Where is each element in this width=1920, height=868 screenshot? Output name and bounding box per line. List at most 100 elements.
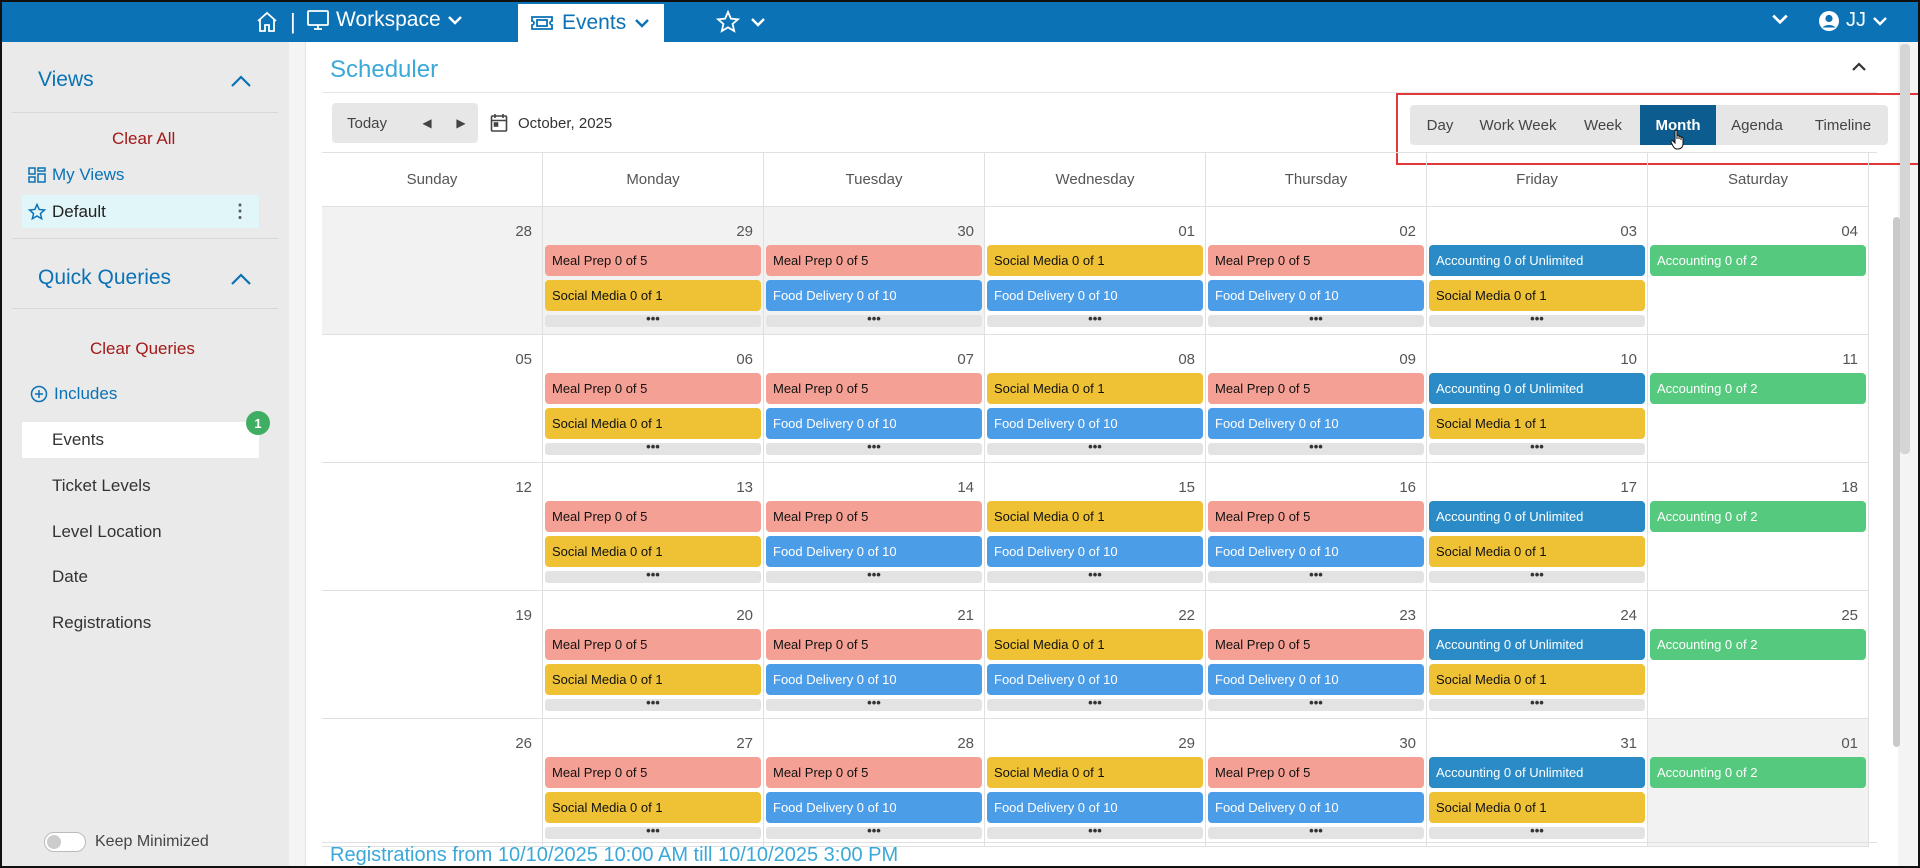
event-appointment[interactable]: Accounting 0 of 2 bbox=[1650, 501, 1866, 532]
more-events-button[interactable]: ••• bbox=[1208, 312, 1424, 327]
day-cell[interactable]: 30 Meal Prep 0 of 5 Food Delivery 0 of 10 •… bbox=[764, 207, 985, 335]
day-cell[interactable]: 26 bbox=[322, 719, 543, 847]
more-events-button[interactable]: ••• bbox=[545, 696, 761, 711]
more-events-button[interactable]: ••• bbox=[766, 440, 982, 455]
day-cell[interactable]: 01 Social Media 0 of 1 Food Delivery 0 of … bbox=[985, 207, 1206, 335]
event-appointment[interactable]: Accounting 0 of 2 bbox=[1650, 245, 1866, 276]
event-appointment[interactable]: Meal Prep 0 of 5 bbox=[766, 629, 982, 660]
event-appointment[interactable]: Accounting 0 of Unlimited bbox=[1429, 629, 1645, 660]
event-appointment[interactable]: Social Media 0 of 1 bbox=[545, 408, 761, 439]
day-cell[interactable]: 19 bbox=[322, 591, 543, 719]
event-appointment[interactable]: Food Delivery 0 of 10 bbox=[766, 664, 982, 695]
event-appointment[interactable]: Meal Prep 0 of 5 bbox=[1208, 757, 1424, 788]
includes-link[interactable]: Includes bbox=[30, 384, 117, 404]
view-agenda-button[interactable]: Agenda bbox=[1716, 105, 1798, 145]
event-appointment[interactable]: Accounting 0 of 2 bbox=[1650, 757, 1866, 788]
default-view-item[interactable]: Default ⋮ bbox=[22, 195, 259, 228]
event-appointment[interactable]: Social Media 1 of 1 bbox=[1429, 408, 1645, 439]
event-appointment[interactable]: Food Delivery 0 of 10 bbox=[987, 536, 1203, 567]
kebab-menu-icon[interactable]: ⋮ bbox=[231, 201, 249, 222]
keep-minimized-toggle[interactable] bbox=[44, 832, 86, 852]
more-events-button[interactable]: ••• bbox=[1429, 824, 1645, 839]
event-appointment[interactable]: Social Media 0 of 1 bbox=[545, 280, 761, 311]
event-appointment[interactable]: Meal Prep 0 of 5 bbox=[1208, 629, 1424, 660]
event-appointment[interactable]: Meal Prep 0 of 5 bbox=[545, 629, 761, 660]
day-cell[interactable]: 31 Accounting 0 of Unlimited Social Media … bbox=[1427, 719, 1648, 847]
view-work-week-button[interactable]: Work Week bbox=[1470, 105, 1566, 145]
workspace-menu[interactable]: Workspace bbox=[306, 8, 463, 32]
event-appointment[interactable]: Meal Prep 0 of 5 bbox=[766, 245, 982, 276]
event-appointment[interactable]: Social Media 0 of 1 bbox=[987, 757, 1203, 788]
event-appointment[interactable]: Meal Prep 0 of 5 bbox=[545, 757, 761, 788]
day-cell[interactable]: 24 Accounting 0 of Unlimited Social Media … bbox=[1427, 591, 1648, 719]
event-appointment[interactable]: Accounting 0 of Unlimited bbox=[1429, 245, 1645, 276]
more-events-button[interactable]: ••• bbox=[1429, 440, 1645, 455]
day-cell[interactable]: 28 bbox=[322, 207, 543, 335]
query-item-events[interactable]: Events bbox=[22, 422, 259, 458]
event-appointment[interactable]: Meal Prep 0 of 5 bbox=[1208, 501, 1424, 532]
chevron-up-icon[interactable] bbox=[1851, 60, 1867, 72]
day-cell[interactable]: 16 Meal Prep 0 of 5 Food Delivery 0 of 10 •… bbox=[1206, 463, 1427, 591]
event-appointment[interactable]: Meal Prep 0 of 5 bbox=[766, 373, 982, 404]
day-cell[interactable]: 03 Accounting 0 of Unlimited Social Media … bbox=[1427, 207, 1648, 335]
today-button[interactable]: Today bbox=[332, 115, 410, 132]
date-picker[interactable]: October, 2025 bbox=[490, 113, 612, 133]
day-cell[interactable]: 18 Accounting 0 of 2 bbox=[1648, 463, 1869, 591]
day-cell[interactable]: 02 Meal Prep 0 of 5 Food Delivery 0 of 10 •… bbox=[1206, 207, 1427, 335]
day-cell[interactable]: 23 Meal Prep 0 of 5 Food Delivery 0 of 10 •… bbox=[1206, 591, 1427, 719]
view-week-button[interactable]: Week bbox=[1566, 105, 1640, 145]
my-views-link[interactable]: My Views bbox=[28, 165, 124, 185]
query-item-ticket-levels[interactable]: Ticket Levels bbox=[22, 468, 259, 504]
clear-all-link[interactable]: Clear All bbox=[112, 129, 175, 149]
event-appointment[interactable]: Meal Prep 0 of 5 bbox=[545, 245, 761, 276]
day-cell[interactable]: 10 Accounting 0 of Unlimited Social Media … bbox=[1427, 335, 1648, 463]
event-appointment[interactable]: Food Delivery 0 of 10 bbox=[1208, 664, 1424, 695]
chevron-up-icon[interactable] bbox=[230, 74, 252, 88]
event-appointment[interactable]: Meal Prep 0 of 5 bbox=[1208, 245, 1424, 276]
event-appointment[interactable]: Food Delivery 0 of 10 bbox=[766, 408, 982, 439]
more-events-button[interactable]: ••• bbox=[1208, 696, 1424, 711]
event-appointment[interactable]: Social Media 0 of 1 bbox=[987, 629, 1203, 660]
user-menu[interactable]: JJ bbox=[1818, 9, 1888, 32]
day-cell[interactable]: 21 Meal Prep 0 of 5 Food Delivery 0 of 10 •… bbox=[764, 591, 985, 719]
day-cell[interactable]: 05 bbox=[322, 335, 543, 463]
day-cell[interactable]: 12 bbox=[322, 463, 543, 591]
day-cell[interactable]: 11 Accounting 0 of 2 bbox=[1648, 335, 1869, 463]
more-events-button[interactable]: ••• bbox=[987, 568, 1203, 583]
more-events-button[interactable]: ••• bbox=[987, 440, 1203, 455]
view-day-button[interactable]: Day bbox=[1410, 105, 1470, 145]
event-appointment[interactable]: Accounting 0 of 2 bbox=[1650, 629, 1866, 660]
more-events-button[interactable]: ••• bbox=[1208, 824, 1424, 839]
more-events-button[interactable]: ••• bbox=[987, 824, 1203, 839]
more-events-button[interactable]: ••• bbox=[766, 696, 982, 711]
next-arrow-icon[interactable]: ▶ bbox=[444, 116, 478, 130]
day-cell[interactable]: 14 Meal Prep 0 of 5 Food Delivery 0 of 10 •… bbox=[764, 463, 985, 591]
day-cell[interactable]: 15 Social Media 0 of 1 Food Delivery 0 of … bbox=[985, 463, 1206, 591]
event-appointment[interactable]: Food Delivery 0 of 10 bbox=[987, 792, 1203, 823]
event-appointment[interactable]: Social Media 0 of 1 bbox=[1429, 280, 1645, 311]
event-appointment[interactable]: Food Delivery 0 of 10 bbox=[766, 536, 982, 567]
day-cell[interactable]: 07 Meal Prep 0 of 5 Food Delivery 0 of 10 •… bbox=[764, 335, 985, 463]
day-cell[interactable]: 30 Meal Prep 0 of 5 Food Delivery 0 of 10 •… bbox=[1206, 719, 1427, 847]
day-cell[interactable]: 22 Social Media 0 of 1 Food Delivery 0 of … bbox=[985, 591, 1206, 719]
event-appointment[interactable]: Accounting 0 of Unlimited bbox=[1429, 757, 1645, 788]
event-appointment[interactable]: Accounting 0 of 2 bbox=[1650, 373, 1866, 404]
day-cell[interactable]: 06 Meal Prep 0 of 5 Social Media 0 of 1 ••• bbox=[543, 335, 764, 463]
day-cell[interactable]: 04 Accounting 0 of 2 bbox=[1648, 207, 1869, 335]
day-cell[interactable]: 29 Meal Prep 0 of 5 Social Media 0 of 1 ••• bbox=[543, 207, 764, 335]
event-appointment[interactable]: Meal Prep 0 of 5 bbox=[766, 501, 982, 532]
query-item-registrations[interactable]: Registrations bbox=[22, 605, 259, 641]
day-cell[interactable]: 08 Social Media 0 of 1 Food Delivery 0 of … bbox=[985, 335, 1206, 463]
chevron-up-icon[interactable] bbox=[230, 272, 252, 286]
event-appointment[interactable]: Food Delivery 0 of 10 bbox=[987, 280, 1203, 311]
day-cell[interactable]: 17 Accounting 0 of Unlimited Social Media … bbox=[1427, 463, 1648, 591]
more-events-button[interactable]: ••• bbox=[766, 568, 982, 583]
more-events-button[interactable]: ••• bbox=[545, 824, 761, 839]
event-appointment[interactable]: Food Delivery 0 of 10 bbox=[1208, 536, 1424, 567]
more-events-button[interactable]: ••• bbox=[766, 312, 982, 327]
event-appointment[interactable]: Food Delivery 0 of 10 bbox=[766, 280, 982, 311]
favorites-menu[interactable] bbox=[716, 10, 766, 34]
event-appointment[interactable]: Accounting 0 of Unlimited bbox=[1429, 373, 1645, 404]
event-appointment[interactable]: Social Media 0 of 1 bbox=[1429, 536, 1645, 567]
calendar-scrollbar[interactable] bbox=[1893, 217, 1900, 747]
